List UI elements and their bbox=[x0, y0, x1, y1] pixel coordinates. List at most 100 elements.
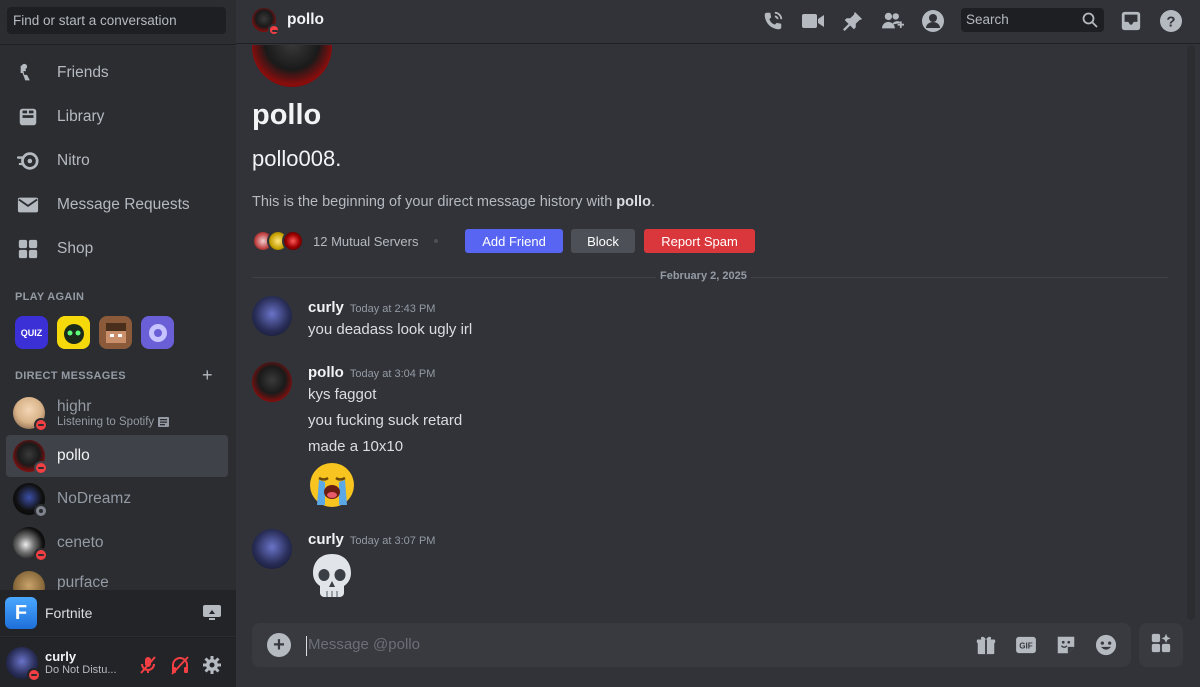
nav-friends[interactable]: Friends bbox=[8, 53, 228, 93]
divider bbox=[0, 44, 236, 45]
message-text: you fucking suck retard bbox=[308, 412, 463, 429]
gif-icon[interactable]: GIF bbox=[1014, 633, 1038, 657]
message-avatar[interactable] bbox=[252, 362, 292, 402]
message-author[interactable]: pollo bbox=[308, 364, 344, 381]
message-author[interactable]: curly bbox=[308, 299, 344, 316]
quiz-game-icon[interactable]: QUIZ bbox=[15, 316, 48, 349]
dm-item-purface[interactable]: purface bbox=[6, 566, 228, 590]
avatar bbox=[13, 483, 48, 518]
dm-name: purface bbox=[57, 574, 109, 590]
activity-icon bbox=[158, 417, 170, 427]
nav-label: Friends bbox=[57, 64, 109, 81]
play-again-list: QUIZ bbox=[15, 316, 174, 349]
apps-icon bbox=[1150, 632, 1172, 659]
offline-status-icon bbox=[34, 504, 48, 518]
user-avatar[interactable] bbox=[6, 646, 41, 682]
nav-nitro[interactable]: Nitro bbox=[8, 141, 228, 181]
message-header: curly Today at 3:07 PM bbox=[308, 531, 435, 548]
settings-gear-icon[interactable] bbox=[202, 655, 222, 675]
dnd-status-icon bbox=[34, 548, 48, 562]
mutual-servers[interactable]: 12 Mutual Servers bbox=[252, 229, 438, 253]
header-title: pollo bbox=[287, 11, 325, 28]
game-icon[interactable] bbox=[99, 316, 132, 349]
dot-separator bbox=[433, 239, 438, 243]
dm-intro-text: This is the beginning of your direct mes… bbox=[252, 194, 655, 210]
chat-scrollbar[interactable] bbox=[1187, 45, 1195, 620]
gift-icon[interactable] bbox=[974, 633, 998, 657]
add-friends-to-dm-icon[interactable] bbox=[881, 9, 905, 33]
message-text: kys faggot bbox=[308, 386, 377, 403]
dm-name: highr bbox=[57, 398, 92, 415]
profile-avatar bbox=[252, 45, 332, 87]
header-search-input[interactable]: Search bbox=[961, 8, 1104, 32]
dnd-status-icon bbox=[34, 461, 48, 475]
dm-item-ceneto[interactable]: ceneto bbox=[6, 522, 228, 564]
inbox-icon[interactable] bbox=[1119, 9, 1143, 33]
upload-plus-icon[interactable]: + bbox=[267, 633, 291, 657]
help-icon[interactable]: ? bbox=[1159, 9, 1183, 33]
fortnite-icon: F bbox=[5, 597, 37, 629]
dm-name: ceneto bbox=[57, 534, 104, 551]
mutual-servers-label: 12 Mutual Servers bbox=[313, 233, 419, 249]
skull-emoji-icon bbox=[308, 551, 356, 599]
report-spam-button[interactable]: Report Spam bbox=[644, 229, 755, 253]
emoji-picker-icon[interactable] bbox=[1094, 633, 1118, 657]
message-text: made a 10x10 bbox=[308, 438, 404, 455]
user-profile-icon[interactable] bbox=[921, 9, 945, 33]
message-input[interactable]: Message @pollo bbox=[306, 636, 420, 656]
find-conversation-button[interactable]: Find or start a conversation bbox=[7, 7, 226, 34]
friends-icon bbox=[16, 61, 40, 85]
nav-shop[interactable]: Shop bbox=[8, 229, 228, 269]
avatar bbox=[13, 527, 48, 562]
dnd-status-icon bbox=[268, 24, 280, 36]
message-avatar[interactable] bbox=[252, 296, 292, 336]
deafen-icon[interactable] bbox=[170, 655, 190, 675]
screen-share-icon[interactable] bbox=[203, 605, 221, 626]
message-text: you deadass look ugly irl bbox=[308, 321, 473, 338]
sticker-icon[interactable] bbox=[1054, 633, 1078, 657]
chat-area: pollo pollo008. This is the beginning of… bbox=[236, 45, 1200, 615]
date-divider-label: February 2, 2025 bbox=[656, 270, 751, 282]
play-again-header: PLAY AGAIN bbox=[15, 291, 85, 303]
profile-username: pollo008. bbox=[252, 146, 342, 171]
mute-icon[interactable] bbox=[138, 655, 158, 675]
dm-sidebar: Find or start a conversation Friends Lib… bbox=[0, 0, 236, 687]
header-avatar bbox=[252, 8, 280, 36]
now-playing-bar: F Fortnite bbox=[0, 590, 236, 636]
add-friend-button[interactable]: Add Friend bbox=[465, 229, 563, 253]
nav-library[interactable]: Library bbox=[8, 97, 228, 137]
shop-icon bbox=[16, 237, 40, 261]
message-author[interactable]: curly bbox=[308, 531, 344, 548]
dnd-status-icon bbox=[27, 667, 41, 682]
envelope-icon bbox=[16, 193, 40, 217]
message-avatar[interactable] bbox=[252, 529, 292, 569]
message-composer: + Message @pollo GIF bbox=[252, 623, 1131, 667]
game-icon[interactable] bbox=[141, 316, 174, 349]
dm-activity: Listening to Spotify bbox=[57, 416, 170, 428]
dm-item-pollo[interactable]: pollo bbox=[6, 435, 228, 477]
nav-label: Library bbox=[57, 108, 105, 125]
message-timestamp: Today at 2:43 PM bbox=[349, 303, 436, 315]
voice-call-icon[interactable] bbox=[761, 9, 785, 33]
block-button[interactable]: Block bbox=[571, 229, 635, 253]
apps-button[interactable] bbox=[1139, 623, 1183, 667]
channel-header: pollo Search ? bbox=[236, 0, 1200, 44]
video-call-icon[interactable] bbox=[801, 9, 825, 33]
pinned-messages-icon[interactable] bbox=[841, 9, 865, 33]
avatar bbox=[13, 397, 48, 432]
search-icon bbox=[1082, 12, 1098, 31]
nav-message-requests[interactable]: Message Requests bbox=[8, 185, 228, 225]
dm-item-highr[interactable]: highr Listening to Spotify bbox=[6, 392, 228, 434]
create-dm-plus-icon[interactable]: + bbox=[202, 366, 213, 384]
avatar bbox=[13, 571, 45, 590]
user-name: curly bbox=[45, 649, 77, 664]
library-icon bbox=[16, 105, 40, 129]
dm-item-nodreamz[interactable]: NoDreamz bbox=[6, 478, 228, 520]
nitro-icon bbox=[16, 149, 40, 173]
server-icon bbox=[282, 230, 304, 252]
nav-label: Nitro bbox=[57, 152, 90, 169]
user-status: Do Not Distu... bbox=[45, 664, 117, 676]
svg-text:?: ? bbox=[1166, 14, 1175, 31]
message-header: curly Today at 2:43 PM bbox=[308, 299, 435, 316]
game-icon[interactable] bbox=[57, 316, 90, 349]
